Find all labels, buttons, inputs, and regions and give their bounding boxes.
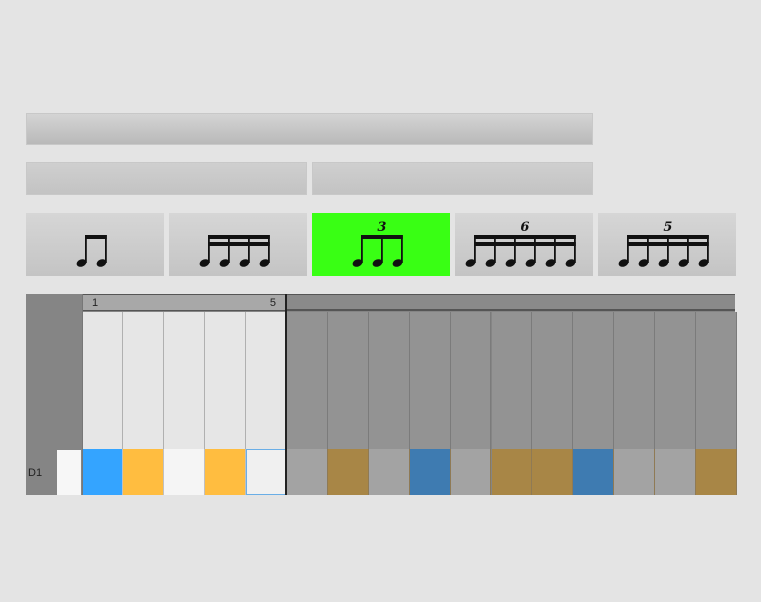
step-cell[interactable] [122, 449, 164, 495]
step-cell[interactable] [450, 449, 492, 495]
step-column [696, 312, 738, 450]
step-cell[interactable] [409, 449, 451, 495]
left-control-bar[interactable] [26, 162, 307, 195]
step-column [450, 312, 492, 450]
step-cell[interactable] [327, 449, 369, 495]
step-column [655, 312, 697, 450]
step-cell[interactable] [491, 449, 533, 495]
step-column [163, 312, 205, 450]
step-cell[interactable] [286, 449, 328, 495]
step-column [82, 312, 123, 450]
step-cell[interactable] [573, 449, 615, 495]
step-cell[interactable] [204, 449, 246, 495]
step-column [573, 312, 615, 450]
timeline-header [286, 294, 735, 311]
note-glyph-icon: 6 [465, 220, 576, 267]
tuplet-number: 5 [663, 220, 672, 235]
top-slider-bar[interactable] [26, 113, 593, 145]
row-key[interactable] [57, 450, 81, 495]
right-control-bar[interactable] [312, 162, 593, 195]
note-glyph-icon: 5 [618, 220, 709, 267]
tuplet-number: 6 [520, 220, 529, 235]
loop-start-line [82, 294, 83, 495]
step-cell[interactable] [82, 449, 123, 495]
rhythm-button-eighth-notes[interactable] [26, 213, 164, 276]
rhythm-button-quintuplet-sixteenths[interactable]: 5 [598, 213, 736, 276]
step-column [409, 312, 451, 450]
rhythm-button-sixteenth-notes[interactable] [169, 213, 307, 276]
step-column [327, 312, 369, 450]
step-column [245, 312, 287, 450]
rhythm-button-triplet-eighths[interactable]: 3 [312, 213, 450, 276]
note-glyph-icon [199, 234, 270, 267]
step-cell[interactable] [696, 449, 738, 495]
note-glyph-icon [76, 234, 107, 267]
loop-region[interactable]: 1 5 [82, 294, 286, 311]
rhythm-button-sextuplet-sixteenths[interactable]: 6 [455, 213, 593, 276]
step-column [286, 312, 328, 450]
step-column [532, 312, 574, 450]
step-cell[interactable] [245, 449, 287, 495]
row-label: D1 [28, 467, 43, 479]
step-column [491, 312, 533, 450]
step-cell[interactable] [163, 449, 205, 495]
step-column [614, 312, 656, 450]
loop-end-label: 5 [269, 297, 276, 309]
step-column [204, 312, 246, 450]
loop-start-label: 1 [92, 297, 99, 309]
note-glyph-icon: 3 [352, 220, 403, 267]
tuplet-number: 3 [377, 220, 386, 235]
step-cell[interactable] [655, 449, 697, 495]
step-column [122, 312, 164, 450]
step-cell[interactable] [368, 449, 410, 495]
step-column [368, 312, 410, 450]
step-cell[interactable] [532, 449, 574, 495]
step-cell[interactable] [614, 449, 656, 495]
loop-end-line [285, 294, 287, 495]
